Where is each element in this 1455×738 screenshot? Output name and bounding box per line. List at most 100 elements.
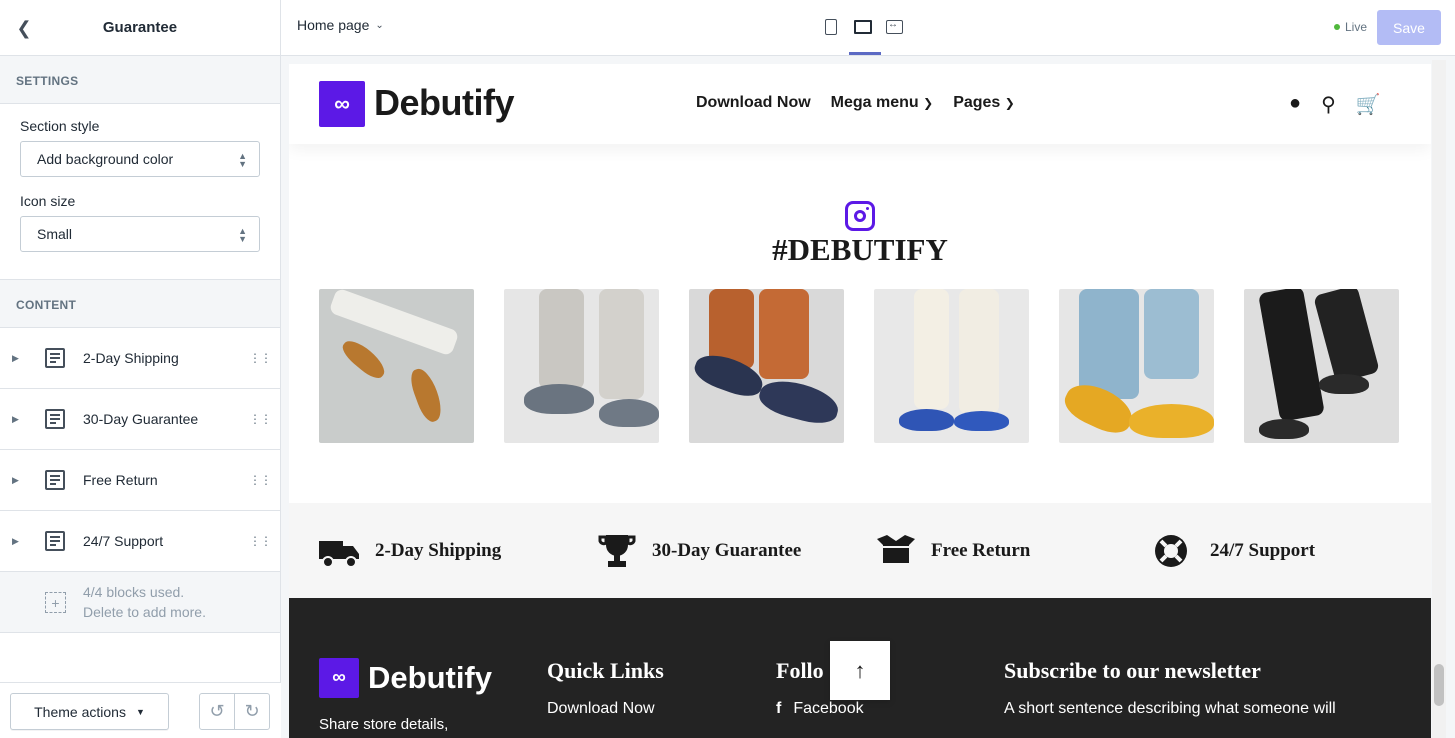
footer-follow-heading: Follo bbox=[776, 658, 824, 683]
page-selector-label: Home page bbox=[297, 17, 370, 33]
guarantee-label: Free Return bbox=[931, 540, 1031, 561]
chevron-down-icon: ❯ bbox=[923, 96, 934, 110]
sidebar-footer: Theme actions ▼ ↺ ↻ bbox=[0, 682, 281, 738]
guarantee-item: 24/7 Support bbox=[1154, 533, 1315, 569]
page-selector[interactable]: Home page ⌄ bbox=[297, 17, 384, 33]
gallery-photo[interactable] bbox=[1059, 289, 1214, 443]
text-block-icon bbox=[45, 531, 65, 551]
text-block-icon bbox=[45, 470, 65, 490]
guarantee-item: 2-Day Shipping bbox=[319, 533, 501, 569]
expand-caret-icon[interactable]: ▶ bbox=[12, 536, 19, 547]
open-box-icon bbox=[877, 535, 915, 563]
back-to-top-button[interactable]: ↑ bbox=[830, 641, 890, 700]
guarantee-item: Free Return bbox=[875, 533, 1030, 569]
icon-size-label: Icon size bbox=[20, 193, 76, 209]
block-item[interactable]: ▶ Free Return ⋮⋮ bbox=[0, 450, 280, 511]
undo-icon[interactable]: ↺ bbox=[200, 694, 235, 729]
select-arrows-icon: ▲ ▼ bbox=[238, 226, 247, 244]
gallery-photo[interactable] bbox=[874, 289, 1029, 443]
arrow-up-icon: ↑ bbox=[854, 657, 866, 683]
footer-link-download[interactable]: Download Now bbox=[547, 700, 655, 718]
drag-handle-icon[interactable]: ⋮⋮ bbox=[249, 534, 272, 548]
guarantee-section: 2-Day Shipping 30-Day Guarantee Free Ret… bbox=[289, 503, 1431, 598]
block-item[interactable]: ▶ 24/7 Support ⋮⋮ bbox=[0, 511, 280, 572]
live-dot-icon bbox=[1334, 24, 1340, 30]
text-block-icon bbox=[45, 409, 65, 429]
live-status: Live bbox=[1334, 20, 1367, 34]
scrollbar-thumb[interactable] bbox=[1434, 664, 1444, 706]
section-style-select[interactable]: Add background color ▲ ▼ bbox=[20, 141, 260, 177]
brand-name[interactable]: Debutify bbox=[374, 82, 515, 124]
back-arrow-icon[interactable]: ❮ bbox=[12, 16, 36, 40]
gallery-photo[interactable] bbox=[1244, 289, 1399, 443]
drag-handle-icon[interactable]: ⋮⋮ bbox=[249, 351, 272, 365]
sidebar-header: ❮ Guarantee bbox=[0, 0, 280, 56]
nav-mega-menu[interactable]: Mega menu ❯ bbox=[831, 94, 934, 112]
expand-caret-icon[interactable]: ▶ bbox=[12, 353, 19, 364]
editor-topbar: Home page ⌄ Live Save bbox=[281, 0, 1455, 56]
gallery-photo[interactable] bbox=[689, 289, 844, 443]
blocks-used-notice: + 4/4 blocks used. Delete to add more. bbox=[0, 572, 280, 633]
gallery-photo[interactable] bbox=[504, 289, 659, 443]
section-style-label: Section style bbox=[20, 118, 100, 134]
cart-icon[interactable]: 🛒 bbox=[1356, 92, 1381, 117]
trophy-icon bbox=[598, 535, 636, 567]
guarantee-label: 2-Day Shipping bbox=[375, 540, 502, 561]
theme-actions-label: Theme actions bbox=[34, 703, 126, 720]
facebook-icon: f bbox=[776, 700, 782, 717]
select-arrows-icon: ▲ ▼ bbox=[238, 151, 247, 169]
footer-link-facebook[interactable]: f Facebook bbox=[776, 700, 864, 718]
main-nav: Download Now Mega menu ❯ Pages ❯ bbox=[696, 94, 1015, 112]
footer-quick-links-heading: Quick Links bbox=[547, 658, 664, 683]
save-button[interactable]: Save bbox=[1377, 10, 1441, 45]
expand-caret-icon[interactable]: ▶ bbox=[12, 414, 19, 425]
settings-section-label: SETTINGS bbox=[0, 56, 280, 104]
footer-newsletter-text: A short sentence describing what someone… bbox=[1004, 700, 1336, 717]
section-style-value: Add background color bbox=[37, 151, 174, 167]
nav-download-now[interactable]: Download Now bbox=[696, 94, 811, 112]
block-label: Free Return bbox=[83, 472, 158, 488]
desktop-view-icon[interactable] bbox=[853, 16, 872, 38]
icon-size-select[interactable]: Small ▲ ▼ bbox=[20, 216, 260, 252]
footer-newsletter-heading: Subscribe to our newsletter bbox=[1004, 658, 1261, 683]
drag-handle-icon[interactable]: ⋮⋮ bbox=[249, 473, 272, 487]
chevron-down-icon: ⌄ bbox=[375, 19, 384, 31]
live-label: Live bbox=[1345, 20, 1368, 34]
store-header: ∞ Debutify Download Now Mega menu ❯ Page… bbox=[289, 64, 1431, 144]
chevron-down-icon: ❯ bbox=[1004, 96, 1015, 110]
sidebar-title: Guarantee bbox=[102, 19, 178, 36]
guarantee-item: 30-Day Guarantee bbox=[596, 533, 801, 569]
guarantee-label: 30-Day Guarantee bbox=[652, 540, 802, 561]
brand-logo-icon[interactable]: ∞ bbox=[319, 81, 365, 127]
mobile-view-icon[interactable] bbox=[821, 16, 839, 38]
footer-logo-icon[interactable]: ∞ bbox=[319, 658, 359, 698]
block-item[interactable]: ▶ 30-Day Guarantee ⋮⋮ bbox=[0, 389, 280, 450]
blocks-used-hint: Delete to add more. bbox=[83, 604, 206, 620]
icon-size-value: Small bbox=[37, 226, 73, 242]
undo-redo-group: ↺ ↻ bbox=[199, 693, 270, 730]
preview-scrollbar[interactable] bbox=[1432, 60, 1446, 738]
store-preview: ∞ Debutify Download Now Mega menu ❯ Page… bbox=[289, 64, 1431, 738]
footer-store-details: Share store details, bbox=[319, 716, 449, 733]
caret-down-icon: ▼ bbox=[135, 706, 145, 717]
block-label: 2-Day Shipping bbox=[83, 350, 179, 366]
search-icon[interactable]: ⚲ bbox=[1321, 92, 1336, 117]
nav-pages[interactable]: Pages ❯ bbox=[953, 94, 1015, 112]
truck-icon bbox=[319, 541, 359, 568]
drag-handle-icon[interactable]: ⋮⋮ bbox=[249, 412, 272, 426]
fullwidth-view-icon[interactable] bbox=[885, 16, 903, 38]
redo-icon[interactable]: ↻ bbox=[235, 694, 269, 729]
guarantee-label: 24/7 Support bbox=[1210, 540, 1316, 561]
device-switcher bbox=[821, 16, 903, 38]
settings-panel: Section style Add background color ▲ ▼ Ic… bbox=[0, 104, 280, 280]
account-icon[interactable]: ● bbox=[1289, 92, 1301, 117]
active-device-indicator bbox=[849, 52, 881, 55]
theme-actions-button[interactable]: Theme actions ▼ bbox=[10, 693, 169, 730]
editor-sidebar: ❮ Guarantee SETTINGS Section style Add b… bbox=[0, 0, 281, 738]
gallery-photo[interactable] bbox=[319, 289, 474, 443]
blocks-used-text: 4/4 blocks used. bbox=[83, 584, 185, 600]
block-label: 30-Day Guarantee bbox=[83, 411, 199, 427]
expand-caret-icon[interactable]: ▶ bbox=[12, 475, 19, 486]
block-label: 24/7 Support bbox=[83, 533, 164, 549]
block-item[interactable]: ▶ 2-Day Shipping ⋮⋮ bbox=[0, 328, 280, 389]
